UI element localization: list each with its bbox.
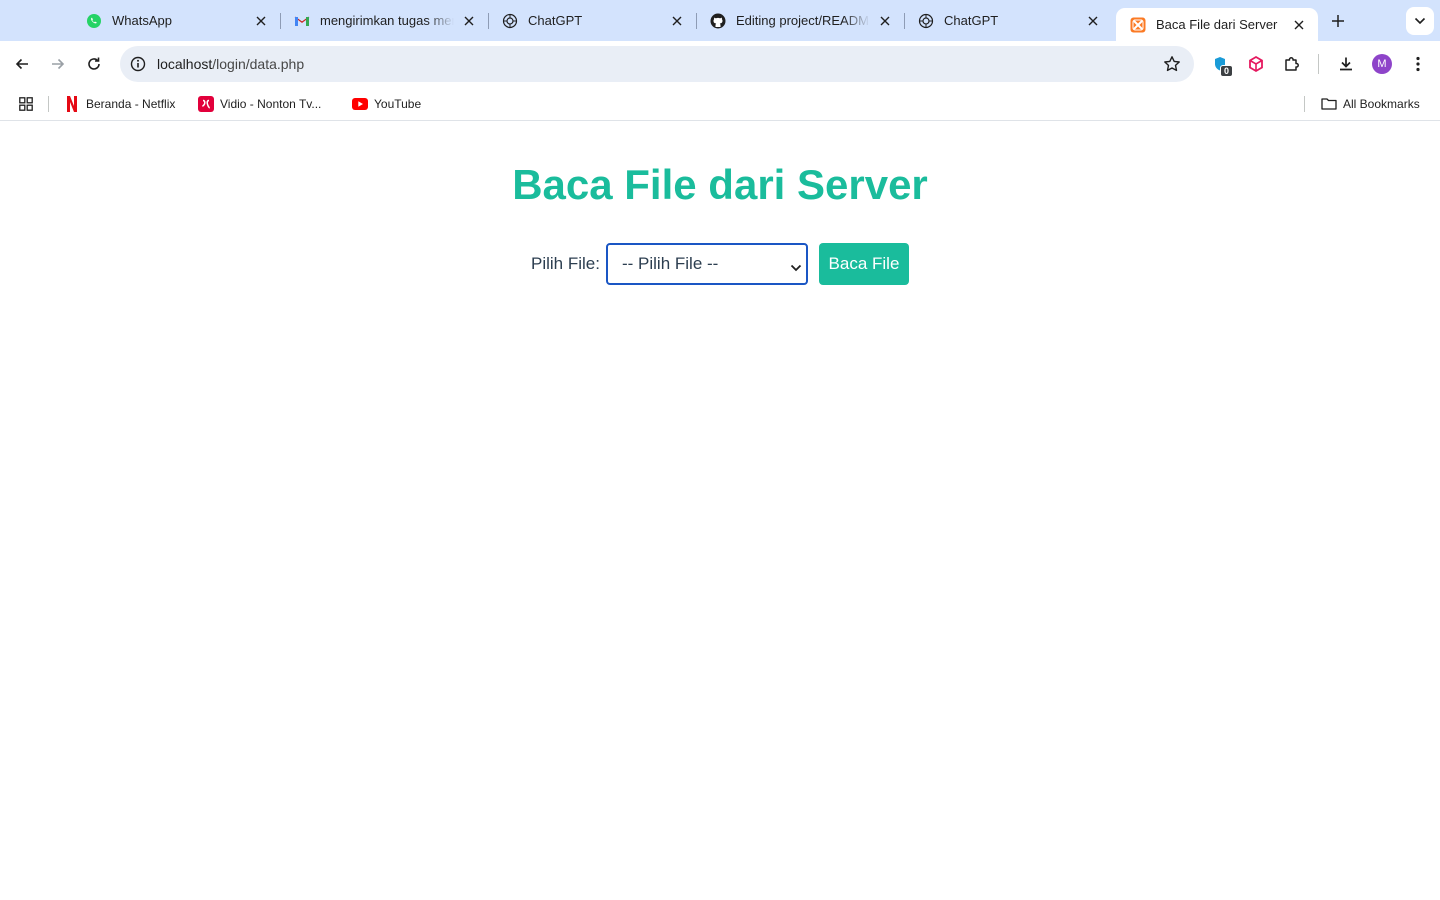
close-icon[interactable] xyxy=(1290,16,1308,34)
tab-baca-file-active[interactable]: Baca File dari Server xyxy=(1116,8,1318,41)
chevron-down-icon xyxy=(1414,17,1426,25)
reload-button[interactable] xyxy=(80,50,108,78)
back-button[interactable] xyxy=(8,50,36,78)
cube-extension-icon xyxy=(1249,55,1263,73)
bookmark-netflix[interactable]: Beranda - Netflix xyxy=(64,94,175,114)
vidio-icon xyxy=(198,96,214,112)
bookmark-youtube[interactable]: YouTube xyxy=(352,94,421,114)
gmail-icon xyxy=(294,13,310,29)
arrow-left-icon xyxy=(15,58,28,70)
apps-grid-icon xyxy=(18,96,34,112)
close-icon[interactable] xyxy=(876,12,894,30)
close-icon[interactable] xyxy=(252,12,270,30)
chatgpt-icon xyxy=(918,13,934,29)
address-bar[interactable]: localhost/login/data.php xyxy=(120,46,1194,82)
close-icon[interactable] xyxy=(460,12,478,30)
github-icon xyxy=(710,13,726,29)
puzzle-icon xyxy=(1285,57,1299,71)
forward-button[interactable] xyxy=(44,50,72,78)
close-icon[interactable] xyxy=(1084,12,1102,30)
bookmark-vidio[interactable]: Vidio - Nonton Tv... xyxy=(198,94,321,114)
bookmark-label: YouTube xyxy=(374,97,422,111)
chatgpt-icon xyxy=(502,13,518,29)
page-title: Baca File dari Server xyxy=(512,161,928,208)
apps-button[interactable] xyxy=(18,94,40,114)
tab-title: mengirimkan tugas men xyxy=(320,13,454,28)
plus-icon xyxy=(1332,15,1344,27)
bookmark-label: Vidio - Nonton Tv... xyxy=(220,97,322,111)
download-icon xyxy=(1340,57,1352,71)
tab-chatgpt[interactable]: ChatGPT xyxy=(488,4,697,37)
file-select-form: Pilih File: -- Pilih File -- Baca File xyxy=(0,243,1440,285)
toolbar-separator xyxy=(1318,54,1319,74)
read-file-button[interactable]: Baca File xyxy=(818,243,909,285)
new-tab-button[interactable] xyxy=(1326,9,1350,33)
bookmarks-bar: Beranda - Netflix Vidio - Nonton Tv... Y… xyxy=(0,87,1440,121)
file-select-label: Pilih File: xyxy=(531,254,600,273)
close-icon[interactable] xyxy=(668,12,686,30)
tab-title: WhatsApp xyxy=(112,13,172,28)
netflix-icon xyxy=(64,96,80,112)
bookmarks-separator xyxy=(48,96,49,112)
file-select-dropdown[interactable]: -- Pilih File -- xyxy=(605,243,808,285)
page-content: Baca File dari Server Pilih File: -- Pil… xyxy=(0,122,1440,900)
toolbar: localhost/login/data.php 0 M xyxy=(0,41,1440,87)
url-path: /login/data.php xyxy=(212,56,305,72)
tab-strip: WhatsApp mengirimkan tugas men ChatGPT E… xyxy=(0,0,1440,41)
bookmarks-separator xyxy=(1304,96,1305,112)
site-info-icon[interactable] xyxy=(128,54,148,74)
tab-title: Baca File dari Server xyxy=(1156,17,1278,32)
chevron-down-icon xyxy=(790,258,802,278)
extensions-menu-button[interactable] xyxy=(1278,50,1306,78)
extension-badge: 0 xyxy=(1220,65,1233,77)
downloads-button[interactable] xyxy=(1332,50,1360,78)
all-bookmarks-label: All Bookmarks xyxy=(1343,97,1420,111)
tab-title: ChatGPT xyxy=(944,13,999,28)
all-bookmarks-button[interactable]: All Bookmarks xyxy=(1321,94,1420,114)
url-host: localhost xyxy=(157,56,213,72)
xampp-icon xyxy=(1130,17,1146,33)
arrow-right-icon xyxy=(52,58,65,70)
youtube-icon xyxy=(352,96,368,112)
url-text[interactable]: localhost/login/data.php xyxy=(157,56,304,72)
tab-gmail[interactable]: mengirimkan tugas men xyxy=(280,4,489,37)
tab-title: ChatGPT xyxy=(528,13,583,28)
bookmark-star-icon[interactable] xyxy=(1162,54,1182,74)
reload-icon xyxy=(88,57,100,70)
whatsapp-icon xyxy=(86,13,102,29)
tab-search-button[interactable] xyxy=(1406,7,1434,35)
menu-button[interactable] xyxy=(1404,50,1432,78)
kebab-menu-icon xyxy=(1416,56,1420,72)
tab-github[interactable]: Editing project/README xyxy=(696,4,905,37)
profile-avatar[interactable]: M xyxy=(1372,54,1392,74)
extension-button-2[interactable] xyxy=(1242,50,1270,78)
folder-icon xyxy=(1321,96,1337,112)
tab-chatgpt-2[interactable]: ChatGPT xyxy=(904,4,1112,37)
tab-title: Editing project/README xyxy=(736,13,870,28)
tab-whatsapp[interactable]: WhatsApp xyxy=(72,4,281,37)
file-select-value: -- Pilih File -- xyxy=(621,254,719,273)
bookmark-label: Beranda - Netflix xyxy=(86,97,176,111)
